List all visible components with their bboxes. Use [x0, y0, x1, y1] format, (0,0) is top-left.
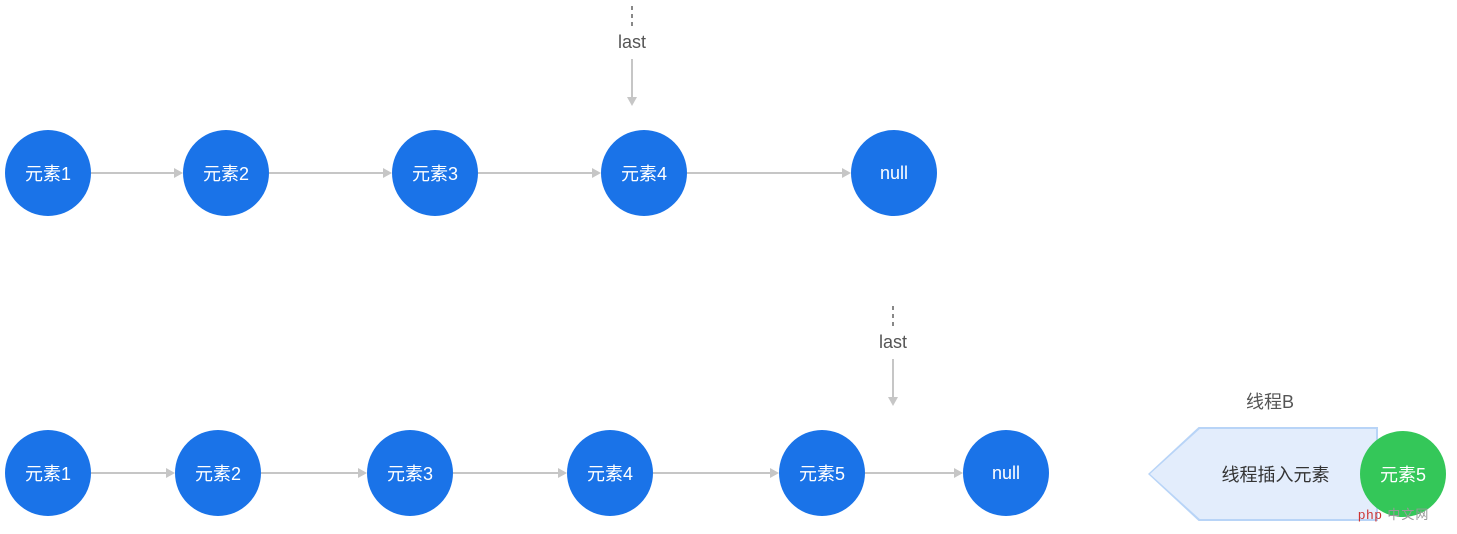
arrow-right-icon: [261, 468, 367, 478]
watermark-php: php: [1358, 507, 1383, 522]
list-node: 元素2: [175, 430, 261, 516]
list-node: 元素3: [367, 430, 453, 516]
list-node-null: null: [963, 430, 1049, 516]
arrow-shaft: [631, 59, 633, 97]
list-node-null: null: [851, 130, 937, 216]
thread-action-box: 线程插入元素: [1148, 427, 1378, 521]
arrow-head-down-icon: [627, 97, 637, 106]
thread-b-label: 线程B: [1246, 388, 1294, 414]
watermark: php 中文网: [1358, 504, 1429, 523]
arrow-right-icon: [687, 168, 851, 178]
linked-list-row-before: 元素1 元素2 元素3 元素4 null: [0, 130, 937, 216]
pointer-label: last: [879, 332, 907, 353]
list-node: 元素1: [5, 430, 91, 516]
linked-list-row-after: 元素1 元素2 元素3 元素4 元素5 null: [0, 430, 1049, 516]
list-node: 元素3: [392, 130, 478, 216]
dash-segment: [631, 6, 633, 26]
pointer-label: last: [618, 32, 646, 53]
arrow-shaft: [892, 359, 894, 397]
dash-segment: [892, 306, 894, 326]
list-node: 元素5: [779, 430, 865, 516]
pointer-last-row1: last: [618, 6, 646, 106]
arrow-right-icon: [91, 468, 175, 478]
arrow-right-icon: [653, 468, 779, 478]
list-node: 元素4: [567, 430, 653, 516]
arrow-right-icon: [91, 168, 183, 178]
arrow-right-icon: [478, 168, 601, 178]
arrow-right-icon: [453, 468, 567, 478]
arrow-head-down-icon: [888, 397, 898, 406]
arrow-right-icon: [865, 468, 963, 478]
arrow-right-icon: [269, 168, 392, 178]
pointer-last-row2: last: [879, 306, 907, 406]
list-node: 元素2: [183, 130, 269, 216]
list-node: 元素1: [5, 130, 91, 216]
list-node: 元素4: [601, 130, 687, 216]
watermark-cn: 中文网: [1387, 507, 1429, 522]
